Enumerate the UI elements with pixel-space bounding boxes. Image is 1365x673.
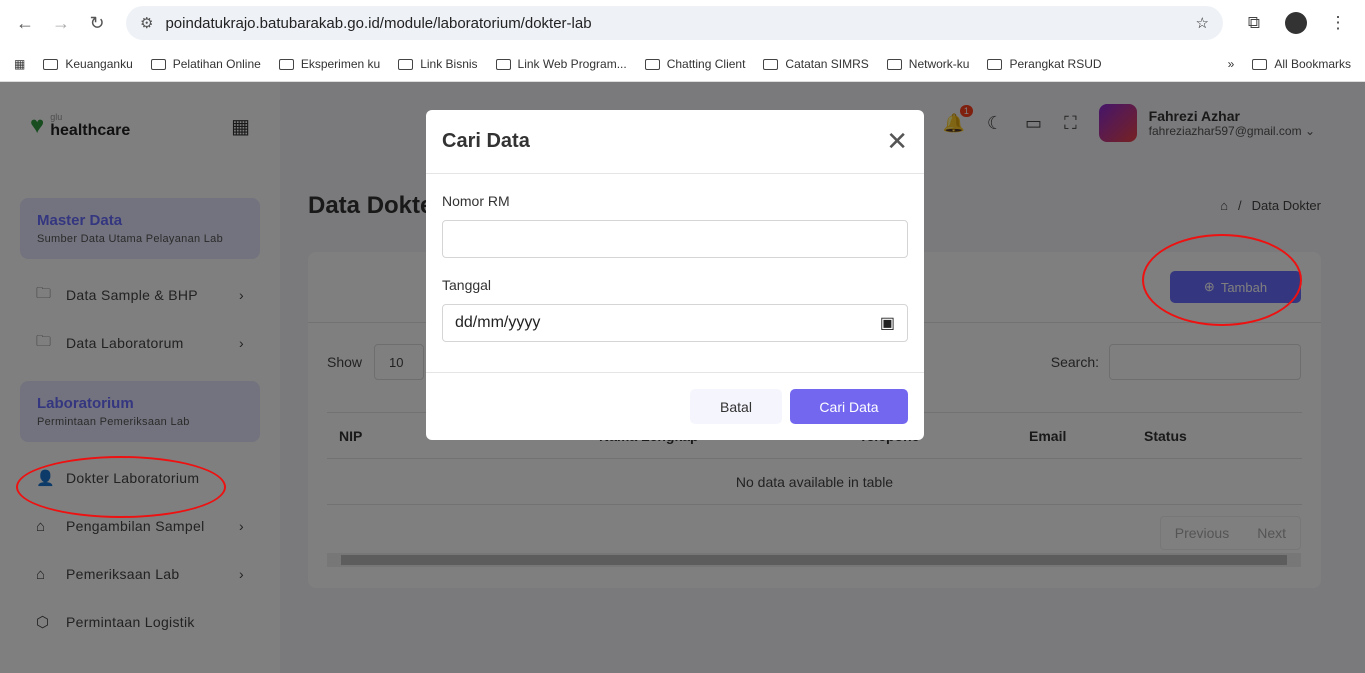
star-icon[interactable]: ☆	[1196, 14, 1209, 32]
nomor-rm-input[interactable]	[442, 220, 908, 258]
bookmark[interactable]: Pelatihan Online	[150, 57, 261, 71]
site-info-icon[interactable]: ⚙	[140, 14, 153, 32]
bookmark[interactable]: Chatting Client	[644, 57, 746, 71]
folder-icon	[150, 58, 166, 70]
extensions-icon[interactable]: ⧉	[1237, 13, 1271, 33]
search-submit-button[interactable]: Cari Data	[790, 389, 908, 424]
all-bookmarks[interactable]: All Bookmarks	[1252, 57, 1351, 71]
folder-icon	[278, 58, 294, 70]
bookmark[interactable]: Network-ku	[886, 57, 970, 71]
bookmark-label: Keuanganku	[65, 57, 133, 71]
folder-icon	[1252, 58, 1268, 70]
bookmark-label: Eksperimen ku	[300, 57, 381, 71]
bookmark[interactable]: Perangkat RSUD	[987, 57, 1102, 71]
calendar-icon[interactable]: ▣	[880, 313, 895, 333]
url-text[interactable]: poindatukrajo.batubarakab.go.id/module/l…	[165, 15, 1195, 32]
forward-icon[interactable]: →	[46, 13, 76, 34]
bookmark-label: Pelatihan Online	[172, 57, 261, 71]
more-bookmarks-icon[interactable]: »	[1228, 57, 1235, 71]
bookmark[interactable]: Link Web Program...	[495, 57, 627, 71]
apps-icon[interactable]: ▦	[14, 57, 25, 71]
reload-icon[interactable]: ↻	[82, 13, 112, 34]
bookmark-label: Chatting Client	[666, 57, 746, 71]
bookmark-label: Perangkat RSUD	[1009, 57, 1102, 71]
bookmark[interactable]: Catatan SIMRS	[763, 57, 869, 71]
bookmark-label: Network-ku	[908, 57, 970, 71]
bookmark-label: Catatan SIMRS	[785, 57, 869, 71]
tanggal-input[interactable]: dd/mm/yyyy ▣	[442, 304, 908, 342]
folder-icon	[763, 58, 779, 70]
bookmarks-bar: ▦ Keuanganku Pelatihan Online Eksperimen…	[0, 46, 1365, 82]
date-placeholder: dd/mm/yyyy	[455, 314, 541, 331]
nomor-rm-label: Nomor RM	[442, 193, 510, 209]
bookmark[interactable]: Keuanganku	[43, 57, 133, 71]
modal-title: Cari Data	[442, 130, 530, 152]
close-icon[interactable]: ✕	[886, 126, 908, 157]
folder-icon	[43, 58, 59, 70]
back-icon[interactable]: ←	[10, 13, 40, 34]
folder-icon	[495, 58, 511, 70]
bookmark[interactable]: Eksperimen ku	[278, 57, 381, 71]
annotation-circle	[1142, 234, 1302, 326]
search-modal: Cari Data ✕ Nomor RM Tanggal dd/mm/yyyy ▣ …	[426, 110, 924, 440]
cancel-button[interactable]: Batal	[690, 389, 782, 424]
folder-icon	[987, 58, 1003, 70]
annotation-circle	[16, 456, 226, 518]
bookmark-label: Link Bisnis	[420, 57, 478, 71]
bookmark[interactable]: Link Bisnis	[398, 57, 478, 71]
address-bar[interactable]: ⚙ poindatukrajo.batubarakab.go.id/module…	[126, 6, 1223, 40]
bookmark-label: All Bookmarks	[1274, 57, 1351, 71]
folder-icon	[644, 58, 660, 70]
profile-avatar[interactable]	[1285, 12, 1307, 34]
folder-icon	[886, 58, 902, 70]
browser-chrome: ← → ↻ ⚙ poindatukrajo.batubarakab.go.id/…	[0, 0, 1365, 82]
menu-icon[interactable]: ⋮	[1321, 13, 1355, 33]
folder-icon	[398, 58, 414, 70]
tanggal-label: Tanggal	[442, 277, 492, 293]
bookmark-label: Link Web Program...	[517, 57, 627, 71]
